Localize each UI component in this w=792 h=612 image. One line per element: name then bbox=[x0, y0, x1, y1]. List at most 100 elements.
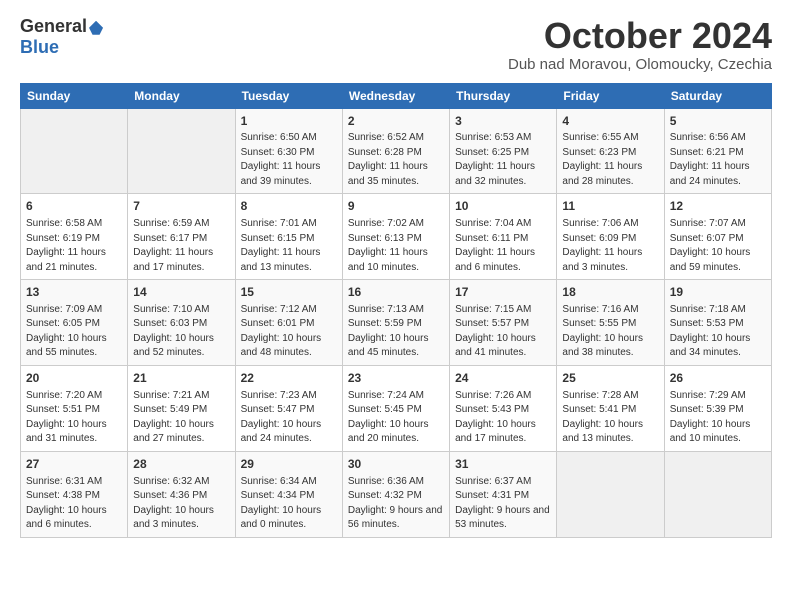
day-of-week-header: Saturday bbox=[664, 83, 771, 108]
day-number: 14 bbox=[133, 284, 229, 301]
day-number: 13 bbox=[26, 284, 122, 301]
day-info: Sunrise: 7:20 AM Sunset: 5:51 PM Dayligh… bbox=[26, 389, 122, 447]
calendar-cell: 6 Sunrise: 6:58 AM Sunset: 6:19 PM Daylig… bbox=[21, 194, 128, 280]
calendar-cell: 12Sunrise: 7:07 AM Sunset: 6:07 PM Dayli… bbox=[664, 194, 771, 280]
calendar-body: 1Sunrise: 6:50 AM Sunset: 6:30 PM Daylig… bbox=[21, 108, 772, 537]
day-info: Sunrise: 7:24 AM Sunset: 5:45 PM Dayligh… bbox=[348, 389, 444, 447]
day-info: Sunrise: 7:12 AM Sunset: 6:01 PM Dayligh… bbox=[241, 303, 337, 361]
subtitle: Dub nad Moravou, Olomoucky, Czechia bbox=[508, 56, 772, 73]
calendar-cell: 2Sunrise: 6:52 AM Sunset: 6:28 PM Daylig… bbox=[342, 108, 449, 194]
days-of-week-row: SundayMondayTuesdayWednesdayThursdayFrid… bbox=[21, 83, 772, 108]
day-info: Sunrise: 7:16 AM Sunset: 5:55 PM Dayligh… bbox=[562, 303, 658, 361]
day-number: 1 bbox=[241, 113, 337, 130]
day-number: 2 bbox=[348, 113, 444, 130]
calendar-cell bbox=[664, 451, 771, 537]
day-number: 9 bbox=[348, 198, 444, 215]
calendar-cell: 7 Sunrise: 6:59 AM Sunset: 6:17 PM Daylig… bbox=[128, 194, 235, 280]
day-number: 6 bbox=[26, 198, 122, 215]
calendar-cell: 24Sunrise: 7:26 AM Sunset: 5:43 PM Dayli… bbox=[450, 365, 557, 451]
day-number: 30 bbox=[348, 456, 444, 473]
day-info: Sunrise: 6:32 AM Sunset: 4:36 PM Dayligh… bbox=[133, 475, 229, 533]
day-number: 8 bbox=[241, 198, 337, 215]
calendar-week-row: 27 Sunrise: 6:31 AM Sunset: 4:38 PM Dayli… bbox=[21, 451, 772, 537]
calendar-cell: 21 Sunrise: 7:21 AM Sunset: 5:49 PM Dayli… bbox=[128, 365, 235, 451]
day-number: 28 bbox=[133, 456, 229, 473]
day-of-week-header: Tuesday bbox=[235, 83, 342, 108]
day-info: Sunrise: 7:21 AM Sunset: 5:49 PM Dayligh… bbox=[133, 389, 229, 447]
day-number: 31 bbox=[455, 456, 551, 473]
day-info: Sunrise: 7:07 AM Sunset: 6:07 PM Dayligh… bbox=[670, 217, 766, 275]
day-number: 23 bbox=[348, 370, 444, 387]
day-info: Sunrise: 6:50 AM Sunset: 6:30 PM Dayligh… bbox=[241, 131, 337, 189]
calendar-cell: 29 Sunrise: 6:34 AM Sunset: 4:34 PM Dayli… bbox=[235, 451, 342, 537]
day-info: Sunrise: 7:10 AM Sunset: 6:03 PM Dayligh… bbox=[133, 303, 229, 361]
month-title: October 2024 bbox=[508, 16, 772, 56]
calendar-cell: 14 Sunrise: 7:10 AM Sunset: 6:03 PM Dayli… bbox=[128, 280, 235, 366]
day-number: 3 bbox=[455, 113, 551, 130]
day-of-week-header: Sunday bbox=[21, 83, 128, 108]
day-info: Sunrise: 6:34 AM Sunset: 4:34 PM Dayligh… bbox=[241, 475, 337, 533]
day-number: 21 bbox=[133, 370, 229, 387]
day-number: 27 bbox=[26, 456, 122, 473]
day-info: Sunrise: 6:31 AM Sunset: 4:38 PM Dayligh… bbox=[26, 475, 122, 533]
day-number: 16 bbox=[348, 284, 444, 301]
calendar-cell: 3Sunrise: 6:53 AM Sunset: 6:25 PM Daylig… bbox=[450, 108, 557, 194]
calendar: SundayMondayTuesdayWednesdayThursdayFrid… bbox=[20, 83, 772, 538]
calendar-cell: 17 Sunrise: 7:15 AM Sunset: 5:57 PM Dayli… bbox=[450, 280, 557, 366]
calendar-week-row: 1Sunrise: 6:50 AM Sunset: 6:30 PM Daylig… bbox=[21, 108, 772, 194]
day-info: Sunrise: 6:37 AM Sunset: 4:31 PM Dayligh… bbox=[455, 475, 551, 533]
day-info: Sunrise: 7:09 AM Sunset: 6:05 PM Dayligh… bbox=[26, 303, 122, 361]
day-info: Sunrise: 7:01 AM Sunset: 6:15 PM Dayligh… bbox=[241, 217, 337, 275]
day-number: 29 bbox=[241, 456, 337, 473]
day-number: 7 bbox=[133, 198, 229, 215]
day-number: 19 bbox=[670, 284, 766, 301]
logo-blue-text: Blue bbox=[20, 37, 59, 58]
calendar-cell: 26Sunrise: 7:29 AM Sunset: 5:39 PM Dayli… bbox=[664, 365, 771, 451]
day-of-week-header: Thursday bbox=[450, 83, 557, 108]
calendar-cell: 22 Sunrise: 7:23 AM Sunset: 5:47 PM Dayli… bbox=[235, 365, 342, 451]
logo-general-text: General bbox=[20, 16, 87, 36]
day-of-week-header: Wednesday bbox=[342, 83, 449, 108]
day-info: Sunrise: 7:23 AM Sunset: 5:47 PM Dayligh… bbox=[241, 389, 337, 447]
calendar-cell: 30Sunrise: 6:36 AM Sunset: 4:32 PM Dayli… bbox=[342, 451, 449, 537]
day-of-week-header: Monday bbox=[128, 83, 235, 108]
calendar-cell: 15 Sunrise: 7:12 AM Sunset: 6:01 PM Dayli… bbox=[235, 280, 342, 366]
calendar-cell: 13 Sunrise: 7:09 AM Sunset: 6:05 PM Dayli… bbox=[21, 280, 128, 366]
day-number: 4 bbox=[562, 113, 658, 130]
calendar-cell: 8 Sunrise: 7:01 AM Sunset: 6:15 PM Daylig… bbox=[235, 194, 342, 280]
day-info: Sunrise: 6:58 AM Sunset: 6:19 PM Dayligh… bbox=[26, 217, 122, 275]
day-info: Sunrise: 6:52 AM Sunset: 6:28 PM Dayligh… bbox=[348, 131, 444, 189]
calendar-cell: 5Sunrise: 6:56 AM Sunset: 6:21 PM Daylig… bbox=[664, 108, 771, 194]
day-info: Sunrise: 7:04 AM Sunset: 6:11 PM Dayligh… bbox=[455, 217, 551, 275]
calendar-cell: 4Sunrise: 6:55 AM Sunset: 6:23 PM Daylig… bbox=[557, 108, 664, 194]
day-number: 20 bbox=[26, 370, 122, 387]
calendar-week-row: 6 Sunrise: 6:58 AM Sunset: 6:19 PM Daylig… bbox=[21, 194, 772, 280]
calendar-cell: 23 Sunrise: 7:24 AM Sunset: 5:45 PM Dayli… bbox=[342, 365, 449, 451]
day-of-week-header: Friday bbox=[557, 83, 664, 108]
header: General Blue October 2024 Dub nad Moravo… bbox=[20, 16, 772, 73]
calendar-cell: 11Sunrise: 7:06 AM Sunset: 6:09 PM Dayli… bbox=[557, 194, 664, 280]
calendar-cell bbox=[128, 108, 235, 194]
day-info: Sunrise: 6:59 AM Sunset: 6:17 PM Dayligh… bbox=[133, 217, 229, 275]
day-number: 22 bbox=[241, 370, 337, 387]
day-info: Sunrise: 7:06 AM Sunset: 6:09 PM Dayligh… bbox=[562, 217, 658, 275]
calendar-cell bbox=[21, 108, 128, 194]
calendar-week-row: 20 Sunrise: 7:20 AM Sunset: 5:51 PM Dayli… bbox=[21, 365, 772, 451]
day-number: 24 bbox=[455, 370, 551, 387]
day-info: Sunrise: 7:13 AM Sunset: 5:59 PM Dayligh… bbox=[348, 303, 444, 361]
day-number: 17 bbox=[455, 284, 551, 301]
calendar-cell: 9Sunrise: 7:02 AM Sunset: 6:13 PM Daylig… bbox=[342, 194, 449, 280]
day-info: Sunrise: 7:28 AM Sunset: 5:41 PM Dayligh… bbox=[562, 389, 658, 447]
logo: General Blue bbox=[20, 16, 103, 58]
day-number: 26 bbox=[670, 370, 766, 387]
calendar-cell: 10Sunrise: 7:04 AM Sunset: 6:11 PM Dayli… bbox=[450, 194, 557, 280]
day-info: Sunrise: 7:15 AM Sunset: 5:57 PM Dayligh… bbox=[455, 303, 551, 361]
day-number: 15 bbox=[241, 284, 337, 301]
logo-line1: General bbox=[20, 16, 103, 37]
calendar-week-row: 13 Sunrise: 7:09 AM Sunset: 6:05 PM Dayli… bbox=[21, 280, 772, 366]
day-number: 5 bbox=[670, 113, 766, 130]
day-number: 18 bbox=[562, 284, 658, 301]
title-area: October 2024 Dub nad Moravou, Olomoucky,… bbox=[508, 16, 772, 73]
calendar-cell: 18 Sunrise: 7:16 AM Sunset: 5:55 PM Dayli… bbox=[557, 280, 664, 366]
day-info: Sunrise: 7:18 AM Sunset: 5:53 PM Dayligh… bbox=[670, 303, 766, 361]
